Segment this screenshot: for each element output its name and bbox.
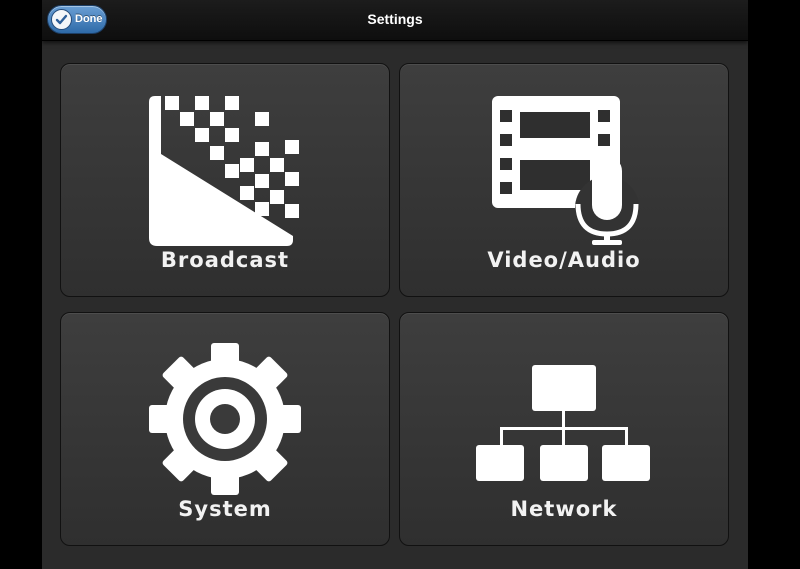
gear-icon <box>149 343 301 495</box>
video-audio-tile[interactable]: Video/Audio <box>399 63 729 297</box>
system-label: System <box>178 497 272 521</box>
network-label: Network <box>510 497 618 521</box>
broadcast-icon <box>149 96 299 246</box>
video-audio-icon <box>492 96 639 245</box>
settings-screen: Done Settings Broadcast Video/Audio Syst… <box>42 0 748 569</box>
video-audio-label: Video/Audio <box>487 248 641 272</box>
network-icon <box>476 365 650 481</box>
system-tile[interactable]: System <box>60 312 390 546</box>
network-tile[interactable]: Network <box>399 312 729 546</box>
broadcast-label: Broadcast <box>160 248 290 272</box>
navigation-bar: Done Settings <box>42 0 748 41</box>
broadcast-tile[interactable]: Broadcast <box>60 63 390 297</box>
page-title: Settings <box>367 11 423 27</box>
